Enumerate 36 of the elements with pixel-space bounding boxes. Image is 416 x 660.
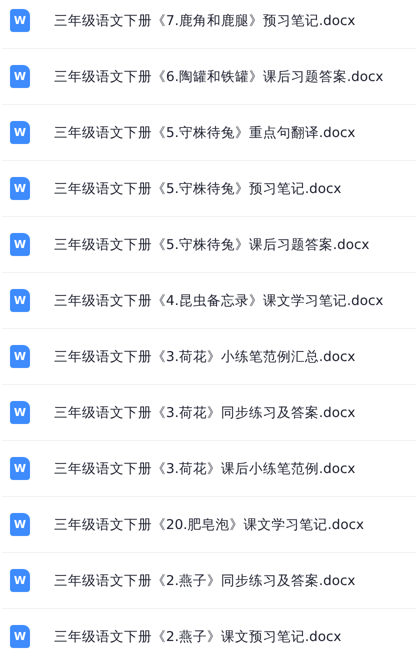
file-row[interactable]: W 三年级语文下册《5.守株待兔》重点句翻译.docx (2, 105, 416, 161)
file-name: 三年级语文下册《4.昆虫备忘录》课文学习笔记.docx (54, 292, 384, 310)
word-document-icon: W (10, 9, 30, 32)
file-name: 三年级语文下册《3.荷花》课后小练笔范例.docx (54, 460, 356, 478)
word-document-icon: W (10, 457, 30, 480)
file-row[interactable]: W 三年级语文下册《5.守株待兔》课后习题答案.docx (2, 217, 416, 273)
file-row[interactable]: W 三年级语文下册《7.鹿角和鹿腿》预习笔记.docx (2, 0, 416, 49)
word-document-icon: W (10, 233, 30, 256)
file-name: 三年级语文下册《2.燕子》课文预习笔记.docx (54, 628, 342, 646)
file-row[interactable]: W 三年级语文下册《5.守株待兔》预习笔记.docx (2, 161, 416, 217)
file-name: 三年级语文下册《5.守株待兔》课后习题答案.docx (54, 236, 370, 254)
file-name: 三年级语文下册《7.鹿角和鹿腿》预习笔记.docx (54, 12, 356, 30)
word-document-icon: W (10, 65, 30, 88)
file-row[interactable]: W 三年级语文下册《3.荷花》同步练习及答案.docx (2, 385, 416, 441)
file-name: 三年级语文下册《2.燕子》同步练习及答案.docx (54, 572, 356, 590)
word-document-icon: W (10, 569, 30, 592)
file-name: 三年级语文下册《5.守株待兔》重点句翻译.docx (54, 124, 356, 142)
file-name: 三年级语文下册《5.守株待兔》预习笔记.docx (54, 180, 342, 198)
file-row[interactable]: W 三年级语文下册《2.燕子》课文预习笔记.docx (2, 609, 416, 660)
file-name: 三年级语文下册《6.陶罐和铁罐》课后习题答案.docx (54, 68, 384, 86)
file-row[interactable]: W 三年级语文下册《6.陶罐和铁罐》课后习题答案.docx (2, 49, 416, 105)
file-name: 三年级语文下册《20.肥皂泡》课文学习笔记.docx (54, 516, 364, 534)
file-row[interactable]: W 三年级语文下册《20.肥皂泡》课文学习笔记.docx (2, 497, 416, 553)
word-document-icon: W (10, 289, 30, 312)
word-document-icon: W (10, 625, 30, 648)
word-document-icon: W (10, 345, 30, 368)
file-row[interactable]: W 三年级语文下册《3.荷花》小练笔范例汇总.docx (2, 329, 416, 385)
word-document-icon: W (10, 177, 30, 200)
file-name: 三年级语文下册《3.荷花》同步练习及答案.docx (54, 404, 356, 422)
word-document-icon: W (10, 121, 30, 144)
file-row[interactable]: W 三年级语文下册《4.昆虫备忘录》课文学习笔记.docx (2, 273, 416, 329)
file-row[interactable]: W 三年级语文下册《3.荷花》课后小练笔范例.docx (2, 441, 416, 497)
file-name: 三年级语文下册《3.荷花》小练笔范例汇总.docx (54, 348, 356, 366)
file-row[interactable]: W 三年级语文下册《2.燕子》同步练习及答案.docx (2, 553, 416, 609)
word-document-icon: W (10, 401, 30, 424)
word-document-icon: W (10, 513, 30, 536)
